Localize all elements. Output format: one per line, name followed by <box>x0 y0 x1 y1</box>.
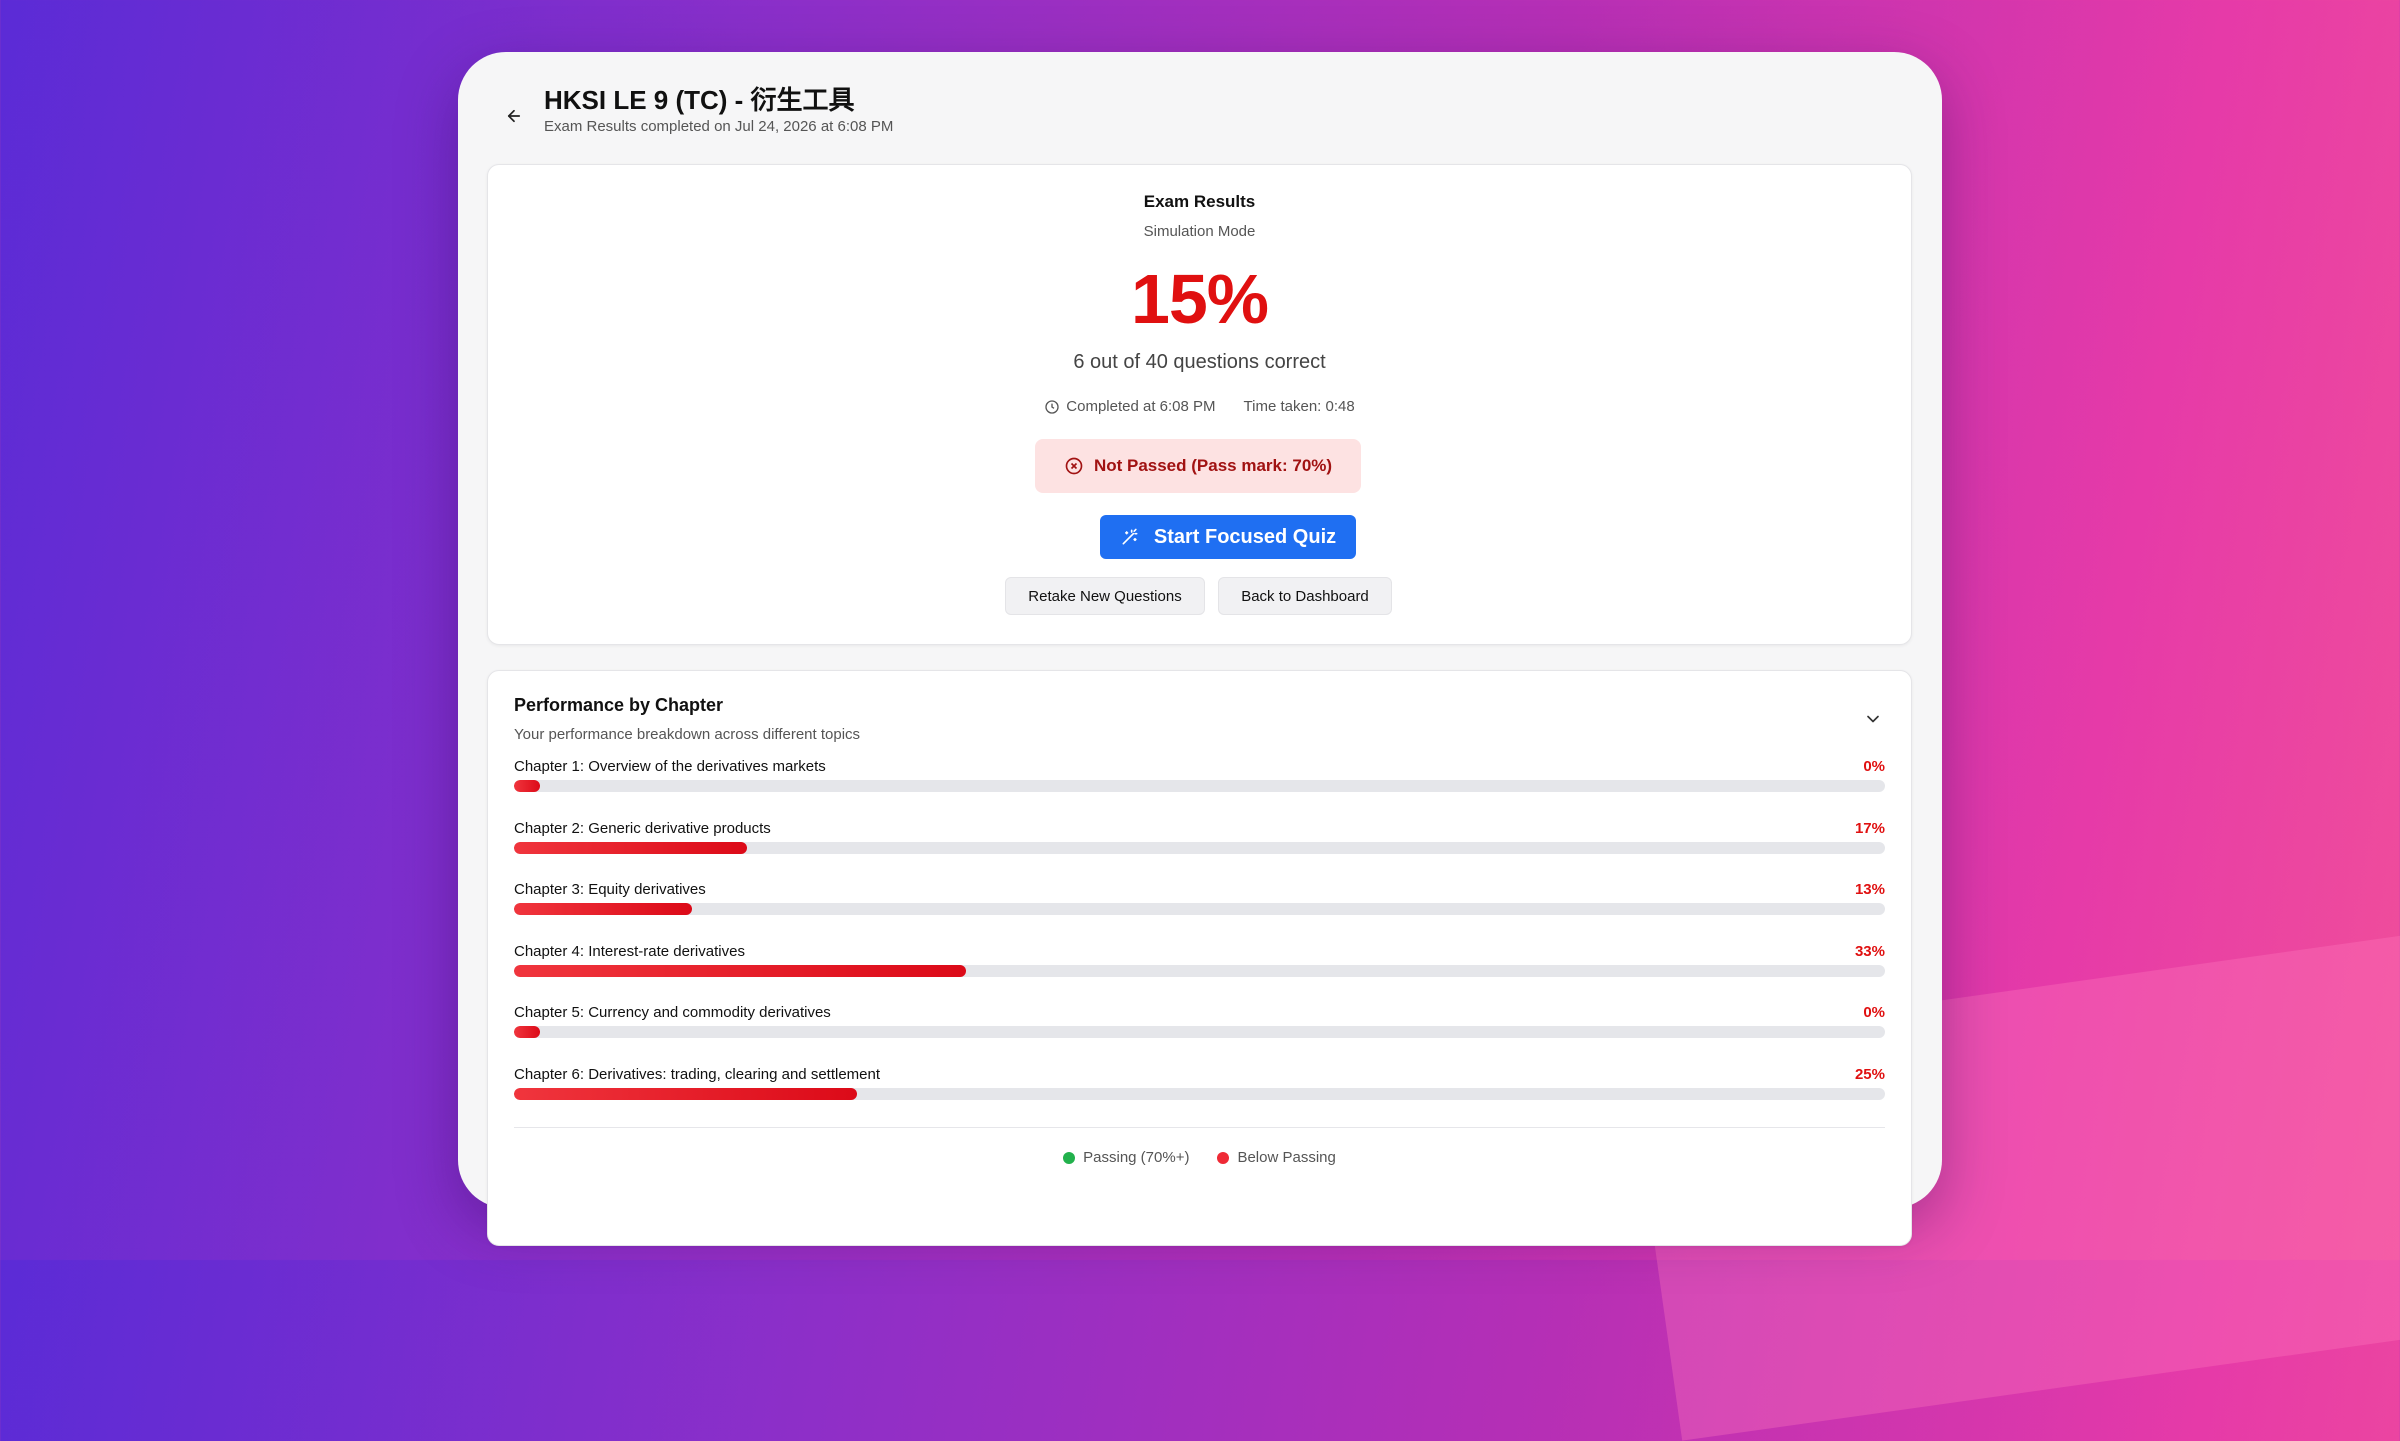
arrow-left-icon <box>507 109 521 123</box>
progress-track <box>514 780 1885 792</box>
progress-track <box>514 903 1885 915</box>
completion-meta: Completed at 6:08 PM Time taken: 0:48 <box>488 398 1911 415</box>
retake-button[interactable]: Retake New Questions <box>1005 577 1205 615</box>
page-subtitle: Exam Results completed on Jul 24, 2026 a… <box>544 118 894 135</box>
status-badge: Not Passed (Pass mark: 70%) <box>1035 439 1361 493</box>
performance-title: Performance by Chapter <box>514 695 724 715</box>
back-to-dashboard-button[interactable]: Back to Dashboard <box>1218 577 1392 615</box>
back-button[interactable] <box>494 96 534 136</box>
legend-passing: Passing (70%+) <box>1063 1149 1189 1166</box>
progress-fill <box>514 964 967 977</box>
below-dot <box>1217 1151 1230 1164</box>
chapter-row: Chapter 5: Currency and commodity deriva… <box>514 1004 1885 1066</box>
progress-track <box>514 1026 1885 1038</box>
chapter-percent: 13% <box>1854 881 1885 898</box>
chapter-label: Chapter 5: Currency and commodity deriva… <box>514 1004 831 1021</box>
progress-fill <box>514 780 540 792</box>
app-window: HKSI LE 9 (TC) - 衍生工具 Exam Results compl… <box>458 52 1942 1246</box>
performance-card: Performance by Chapter Your performance … <box>487 670 1912 1246</box>
time-taken: Time taken: 0:48 <box>1243 398 1355 415</box>
chapter-percent: 25% <box>1854 1065 1885 1083</box>
chapter-percent: 17% <box>1854 819 1885 837</box>
start-focused-quiz-button[interactable]: Start Focused Quiz <box>1100 515 1356 559</box>
chapter-row: Chapter 4: Interest-rate derivatives 33% <box>514 943 1885 1005</box>
chapter-percent: 0% <box>1863 1004 1885 1021</box>
chapter-label: Chapter 6: Derivatives: trading, clearin… <box>514 1065 881 1083</box>
legend-below: Below Passing <box>1217 1149 1336 1166</box>
legend-below-label: Below Passing <box>1237 1149 1336 1166</box>
x-circle-icon <box>1065 457 1083 475</box>
chapter-label: Chapter 2: Generic derivative products <box>514 819 771 837</box>
status-text: Not Passed (Pass mark: 70%) <box>1093 456 1333 475</box>
exam-results-card: Exam Results Simulation Mode 15% 6 out o… <box>487 164 1912 645</box>
passing-dot <box>1063 1151 1076 1164</box>
chapter-percent: 33% <box>1854 942 1885 960</box>
wand-icon <box>1122 528 1138 545</box>
mode-label: Simulation Mode <box>1143 223 1256 240</box>
progress-fill <box>514 903 693 915</box>
performance-subtitle: Your performance breakdown across differ… <box>514 726 861 743</box>
page-title: HKSI LE 9 (TC) - 衍生工具 <box>544 85 855 115</box>
progress-fill <box>514 1026 540 1038</box>
progress-track <box>514 841 1885 854</box>
progress-fill <box>514 841 748 854</box>
chapter-row: Chapter 6: Derivatives: trading, clearin… <box>514 1066 1885 1128</box>
chevron-down-icon[interactable] <box>1863 709 1883 729</box>
chapter-row: Chapter 2: Generic derivative products 1… <box>514 820 1885 882</box>
chapter-percent: 0% <box>1863 758 1885 775</box>
chapter-row: Chapter 3: Equity derivatives 13% <box>514 881 1885 943</box>
chapter-row: Chapter 1: Overview of the derivatives m… <box>514 758 1885 820</box>
legend-passing-label: Passing (70%+) <box>1083 1149 1190 1166</box>
chapter-list: Chapter 1: Overview of the derivatives m… <box>514 758 1885 1127</box>
legend: Passing (70%+) Below Passing <box>488 1149 1911 1166</box>
progress-track <box>514 1087 1885 1100</box>
chapter-label: Chapter 1: Overview of the derivatives m… <box>514 758 826 775</box>
clock-icon <box>1045 399 1059 414</box>
divider <box>514 1127 1885 1128</box>
score-percent: 15% <box>1130 260 1269 338</box>
completed-time: Completed at 6:08 PM <box>1066 398 1216 415</box>
results-title: Exam Results <box>1143 192 1256 211</box>
progress-fill <box>514 1087 857 1100</box>
correct-count: 6 out of 40 questions correct <box>1073 351 1326 373</box>
chapter-label: Chapter 4: Interest-rate derivatives <box>514 942 745 960</box>
progress-track <box>514 964 1885 977</box>
chapter-label: Chapter 3: Equity derivatives <box>514 881 706 898</box>
start-focused-quiz-label: Start Focused Quiz <box>1153 525 1337 548</box>
